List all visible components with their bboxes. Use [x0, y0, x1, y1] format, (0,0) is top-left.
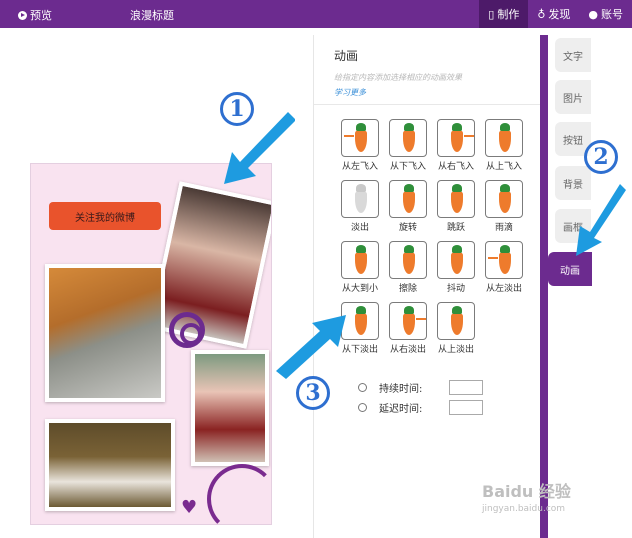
- page-title[interactable]: 浪漫标题: [130, 7, 174, 23]
- phone-canvas[interactable]: 关注我的微博 ♥: [30, 163, 272, 525]
- panel-title: 动画: [334, 49, 359, 63]
- carrot-icon: [437, 302, 475, 340]
- preview-button[interactable]: 预览: [18, 7, 52, 23]
- anim-fly-bottom[interactable]: 从下飞入: [384, 119, 432, 172]
- anim-fade-right[interactable]: 从右淡出: [384, 302, 432, 355]
- anim-wipe[interactable]: 擦除: [384, 241, 432, 294]
- clock-icon: [358, 382, 367, 392]
- photo-frame-left[interactable]: [45, 264, 165, 402]
- anim-raindrop[interactable]: 雨滴: [480, 180, 528, 233]
- anim-fly-left[interactable]: 从左飞入: [336, 119, 384, 172]
- carrot-icon: [341, 119, 379, 157]
- delay-input[interactable]: [449, 399, 483, 415]
- watermark-sub: jingyan.baidu.com: [482, 504, 566, 514]
- swirl-decoration: [169, 312, 205, 348]
- arrow-icon-3: [276, 315, 346, 379]
- tab-image[interactable]: 图片: [555, 80, 591, 114]
- user-icon: ●: [588, 7, 598, 21]
- curl-decoration: [207, 464, 271, 524]
- nav-account[interactable]: ● 账号: [579, 0, 632, 28]
- heart-icon: ♥: [181, 497, 198, 518]
- photo-frame-right[interactable]: [191, 350, 269, 466]
- arrow-icon-2: [576, 184, 626, 256]
- anim-rotate[interactable]: 旋转: [384, 180, 432, 233]
- carrot-icon: [389, 302, 427, 340]
- anim-big-to-small[interactable]: 从大到小: [336, 241, 384, 294]
- baidu-watermark: Baidu 经验 jingyan.baidu.com: [482, 478, 571, 514]
- carrot-icon: [341, 241, 379, 279]
- photo-frame-top[interactable]: [148, 181, 271, 349]
- nav-discover[interactable]: ♁ 发现: [528, 0, 579, 28]
- watermark-main: Baidu 经验: [482, 482, 571, 501]
- anim-fly-right[interactable]: 从右飞入: [432, 119, 480, 172]
- play-icon: [18, 10, 27, 20]
- panel-header: 动画 给指定内容添加选择相应的动画效果 学习更多: [314, 35, 540, 105]
- preview-label: 预览: [30, 9, 52, 22]
- animation-grid: 从左飞入 从下飞入 从右飞入 从上飞入 淡出 旋转 跳跃 雨滴 从大到小 擦除 …: [336, 119, 532, 355]
- carrot-icon: [389, 180, 427, 218]
- top-nav: ▯ 制作 ♁ 发现 ● 账号: [479, 0, 632, 28]
- carrot-icon: [485, 241, 523, 279]
- tab-rail: [540, 35, 548, 538]
- annotation-badge-3: 3: [296, 376, 330, 410]
- carrot-icon: [437, 180, 475, 218]
- carrot-icon: [437, 119, 475, 157]
- carrot-icon: [389, 119, 427, 157]
- annotation-badge-2: 2: [584, 140, 618, 174]
- top-bar: 预览 浪漫标题 ▯ 制作 ♁ 发现 ● 账号: [0, 0, 632, 28]
- phone-icon: ▯: [488, 7, 495, 21]
- anim-shake[interactable]: 抖动: [432, 241, 480, 294]
- follow-weibo-button[interactable]: 关注我的微博: [49, 202, 161, 230]
- animation-panel: 动画 给指定内容添加选择相应的动画效果 学习更多 从左飞入 从下飞入 从右飞入 …: [313, 35, 541, 538]
- anim-jump[interactable]: 跳跃: [432, 180, 480, 233]
- timer-icon: [358, 402, 367, 412]
- learn-more-link[interactable]: 学习更多: [334, 87, 520, 98]
- photo-frame-bottom[interactable]: [45, 419, 175, 511]
- duration-label: 持续时间:: [379, 383, 423, 395]
- arrow-icon-1: [224, 112, 295, 184]
- anim-fade-left[interactable]: 从左淡出: [480, 241, 528, 294]
- carrot-icon: [485, 180, 523, 218]
- anim-fade-top[interactable]: 从上淡出: [432, 302, 480, 355]
- carrot-icon: [341, 180, 379, 218]
- carrot-icon: [389, 241, 427, 279]
- tab-text[interactable]: 文字: [555, 38, 591, 72]
- anim-fly-top[interactable]: 从上飞入: [480, 119, 528, 172]
- duration-input[interactable]: [449, 379, 483, 395]
- anim-fade-out[interactable]: 淡出: [336, 180, 384, 233]
- carrot-icon: [485, 119, 523, 157]
- delay-label: 延迟时间:: [379, 403, 423, 415]
- nav-make[interactable]: ▯ 制作: [479, 0, 529, 28]
- carrot-icon: [437, 241, 475, 279]
- panel-hint: 给指定内容添加选择相应的动画效果: [334, 73, 462, 82]
- timing-settings: 持续时间: 延迟时间:: [358, 377, 483, 417]
- bulb-icon: ♁: [537, 7, 546, 21]
